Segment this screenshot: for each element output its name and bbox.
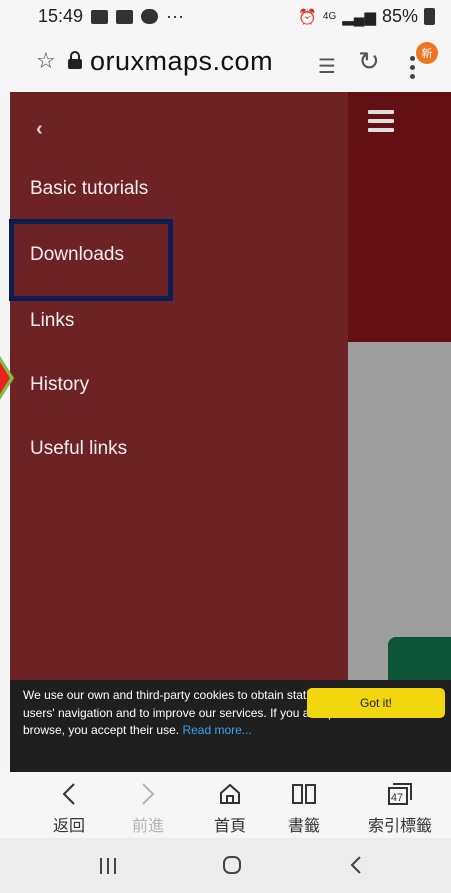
nav-item-links[interactable]: Links xyxy=(30,310,74,332)
highlight-box xyxy=(9,219,173,301)
home-system-button[interactable] xyxy=(222,855,242,881)
lock-icon xyxy=(68,51,82,69)
nav-item-history[interactable]: History xyxy=(30,374,89,396)
signal-icon: ▂▄▆ xyxy=(342,8,376,26)
alarm-icon: ⏰ xyxy=(298,8,317,26)
battery-percent: 85% xyxy=(381,6,418,26)
book-icon xyxy=(264,780,344,808)
recent-apps-button[interactable] xyxy=(98,855,118,881)
back-button[interactable]: 返回 xyxy=(29,780,109,836)
status-bar: 15:49 ··· ⏰ 4G ▂▄▆ 85% xyxy=(0,0,451,34)
bookmarks-button[interactable]: 書籤 xyxy=(264,780,344,836)
menu-more-icon[interactable] xyxy=(410,56,416,83)
back-arrow-icon xyxy=(29,780,109,808)
tabs-label: 索引標籤 xyxy=(367,816,432,835)
bookmark-star-icon[interactable]: ☆ xyxy=(36,48,56,74)
page-header-bar xyxy=(348,92,451,342)
chat-notification-icon xyxy=(141,9,159,24)
browser-toolbar: 返回 前進 首頁 書籤 47 索引標籤 xyxy=(0,772,451,838)
nav-item-basic-tutorials[interactable]: Basic tutorials xyxy=(30,178,148,200)
gallery-notification-icon xyxy=(91,9,109,24)
new-badge: 新 xyxy=(416,42,438,64)
navigation-drawer: ‹ Basic tutorials Downloads Links Histor… xyxy=(10,92,348,772)
system-nav-bar xyxy=(0,838,451,893)
tab-count: 47 xyxy=(390,792,404,804)
more-notifications-icon: ··· xyxy=(166,6,185,26)
bookmarks-label: 書籤 xyxy=(287,816,320,835)
status-time: 15:49 xyxy=(38,6,84,26)
address-bar[interactable]: ☆ oruxmaps.com ☰ ↻ 新 xyxy=(0,34,451,92)
home-icon xyxy=(190,780,270,808)
got-it-button[interactable]: Got it! xyxy=(307,688,445,718)
hamburger-menu-icon[interactable] xyxy=(368,110,394,137)
home-label: 首頁 xyxy=(213,816,246,835)
forward-button[interactable]: 前進 xyxy=(108,780,188,836)
nav-item-useful-links[interactable]: Useful links xyxy=(30,438,127,460)
back-label: 返回 xyxy=(52,816,85,835)
tabs-button[interactable]: 47 索引標籤 xyxy=(360,780,440,836)
reader-mode-icon[interactable]: ☰ xyxy=(318,54,336,79)
battery-icon xyxy=(424,8,435,25)
forward-arrow-icon xyxy=(108,780,188,808)
refresh-icon[interactable]: ↻ xyxy=(358,46,380,77)
photo-notification-icon xyxy=(116,9,134,24)
forward-label: 前進 xyxy=(131,816,164,835)
network-type-icon: 4G xyxy=(322,11,337,22)
url-text[interactable]: oruxmaps.com xyxy=(90,46,273,77)
home-button[interactable]: 首頁 xyxy=(190,780,270,836)
drawer-back-icon[interactable]: ‹ xyxy=(36,118,43,141)
read-more-link[interactable]: Read more... xyxy=(182,723,251,737)
back-system-button[interactable] xyxy=(350,855,362,881)
pointer-arrow-icon xyxy=(0,356,14,400)
tabs-icon: 47 xyxy=(360,780,440,808)
